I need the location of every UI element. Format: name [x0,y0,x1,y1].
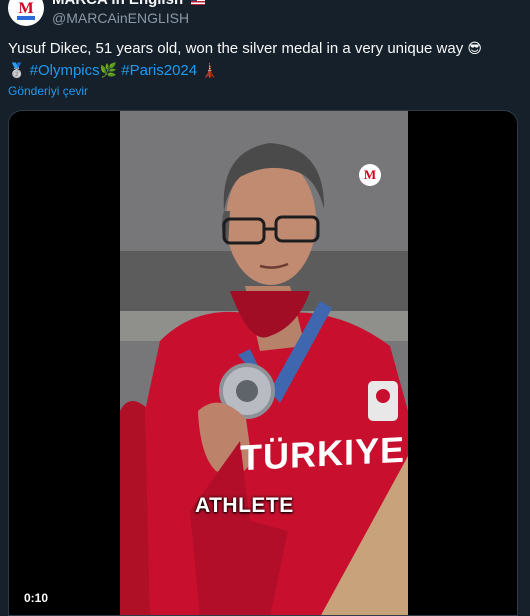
video-frame[interactable]: TÜRKIYE [120,111,408,615]
tweet-header: M MARCA in English @MARCAinENGLISH [8,0,522,28]
hashtag-olympics-link[interactable]: #Olympics [30,62,100,79]
laurel-emoji-icon: 🌿 [99,63,118,79]
sunglasses-emoji-icon: 😎 [467,41,483,57]
eiffel-tower-emoji-icon: 🗼 [201,63,219,79]
silver-medal-emoji-icon: 🥈 [8,63,26,79]
author-display-name-text: MARCA in English [52,0,183,8]
us-flag-icon [191,0,206,5]
author-avatar[interactable]: M [8,0,44,26]
translate-post-link[interactable]: Gönderiyi çevir [8,84,88,98]
athlete-image [120,111,408,615]
video-player[interactable]: TÜRKIYE M ATHLETE 0:10 [8,110,518,616]
video-timestamp: 0:10 [24,591,49,605]
hashtag-paris2024-link[interactable]: #Paris2024 [121,62,197,79]
tweet-text: Yusuf Dikec, 51 years old, won the silve… [8,38,518,82]
video-caption: ATHLETE [195,494,294,517]
jersey-text: TÜRKIYE [240,428,406,479]
author-handle[interactable]: @MARCAinENGLISH [52,9,205,27]
tweet-body: Yusuf Dikec, 51 years old, won the silve… [8,40,464,57]
author-display-name[interactable]: MARCA in English [52,0,206,9]
marca-logo-badge: M [359,164,381,186]
avatar-strip [17,16,35,20]
author-names: MARCA in English @MARCAinENGLISH [52,0,206,27]
